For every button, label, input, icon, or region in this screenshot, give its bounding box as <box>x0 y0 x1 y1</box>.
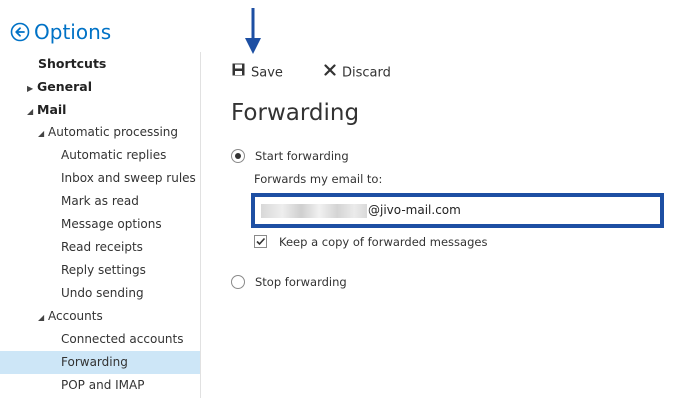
sidebar-item-label: Mail <box>37 102 67 117</box>
sidebar-item-mail[interactable]: ◢ Mail <box>0 98 200 121</box>
radio-selected-dot <box>235 153 241 159</box>
sidebar-item-label: Reply settings <box>61 263 146 277</box>
sidebar-item-mark-as-read[interactable]: Mark as read <box>0 190 200 213</box>
stop-forwarding-label[interactable]: Stop forwarding <box>255 275 347 289</box>
sidebar-item-undo-sending[interactable]: Undo sending <box>0 282 200 305</box>
sidebar-item-label: Automatic processing <box>48 125 179 139</box>
sidebar-item-label: Connected accounts <box>61 332 184 346</box>
sidebar-item-label: Message options <box>61 217 162 231</box>
start-forwarding-radio[interactable] <box>231 149 245 163</box>
sidebar-item-general[interactable]: ▶ General <box>0 75 200 98</box>
sidebar-item-inbox-and-sweep-rules[interactable]: Inbox and sweep rules <box>0 167 200 190</box>
sidebar-item-label: POP and IMAP <box>61 378 145 392</box>
sidebar-item-reply-settings[interactable]: Reply settings <box>0 259 200 282</box>
back-arrow-icon[interactable] <box>10 22 30 42</box>
save-label: Save <box>251 65 283 81</box>
sidebar-item-label: Automatic replies <box>61 148 167 162</box>
discard-button[interactable]: Discard <box>324 63 391 83</box>
sidebar-item-label: Accounts <box>48 309 103 323</box>
stop-forwarding-radio[interactable] <box>231 275 245 289</box>
save-icon <box>232 63 245 83</box>
expand-arrow-icon[interactable]: ▶ <box>0 77 37 100</box>
sidebar-item-label: Shortcuts <box>38 56 107 71</box>
blurred-email-username <box>261 204 367 218</box>
sidebar-item-label: General <box>37 79 92 94</box>
discard-label: Discard <box>342 65 391 81</box>
discard-x-icon <box>324 63 336 83</box>
sidebar-item-accounts[interactable]: ◢ Accounts <box>0 305 200 328</box>
sidebar-item-message-options[interactable]: Message options <box>0 213 200 236</box>
start-forwarding-label[interactable]: Start forwarding <box>255 149 349 163</box>
sidebar-item-connected-accounts[interactable]: Connected accounts <box>0 328 200 351</box>
forward-field-label: Forwards my email to: <box>254 172 383 186</box>
page-header-title: Options <box>34 20 112 44</box>
sidebar-item-label: Read receipts <box>61 240 143 254</box>
email-domain-text: @jivo-mail.com <box>368 203 461 217</box>
collapse-arrow-icon[interactable]: ◢ <box>0 306 48 329</box>
save-button[interactable]: Save <box>232 63 283 83</box>
sidebar-item-label: Undo sending <box>61 286 144 300</box>
options-header: Options <box>0 0 200 50</box>
page-title: Forwarding <box>231 100 360 126</box>
sidebar-item-automatic-processing[interactable]: ◢ Automatic processing <box>0 121 200 144</box>
collapse-arrow-icon[interactable]: ◢ <box>0 100 37 123</box>
sidebar-item-read-receipts[interactable]: Read receipts <box>0 236 200 259</box>
keep-copy-label[interactable]: Keep a copy of forwarded messages <box>279 235 487 249</box>
options-sidebar: Shortcuts ▶ General ◢ Mail ◢ Automatic proc… <box>0 52 201 398</box>
forward-email-input[interactable]: @jivo-mail.com <box>251 193 664 228</box>
keep-copy-checkbox[interactable] <box>254 235 267 248</box>
checkmark-icon <box>256 237 266 246</box>
annotation-down-arrow-icon <box>245 8 261 54</box>
sidebar-item-label: Forwarding <box>61 355 128 369</box>
sidebar-item-label: Mark as read <box>61 194 139 208</box>
sidebar-item-pop-and-imap[interactable]: POP and IMAP <box>0 374 200 397</box>
sidebar-item-forwarding[interactable]: Forwarding <box>0 351 200 374</box>
collapse-arrow-icon[interactable]: ◢ <box>0 122 48 145</box>
sidebar-item-automatic-replies[interactable]: Automatic replies <box>0 144 200 167</box>
sidebar-item-label: Inbox and sweep rules <box>61 171 196 185</box>
sidebar-item-shortcuts[interactable]: Shortcuts <box>0 52 200 75</box>
